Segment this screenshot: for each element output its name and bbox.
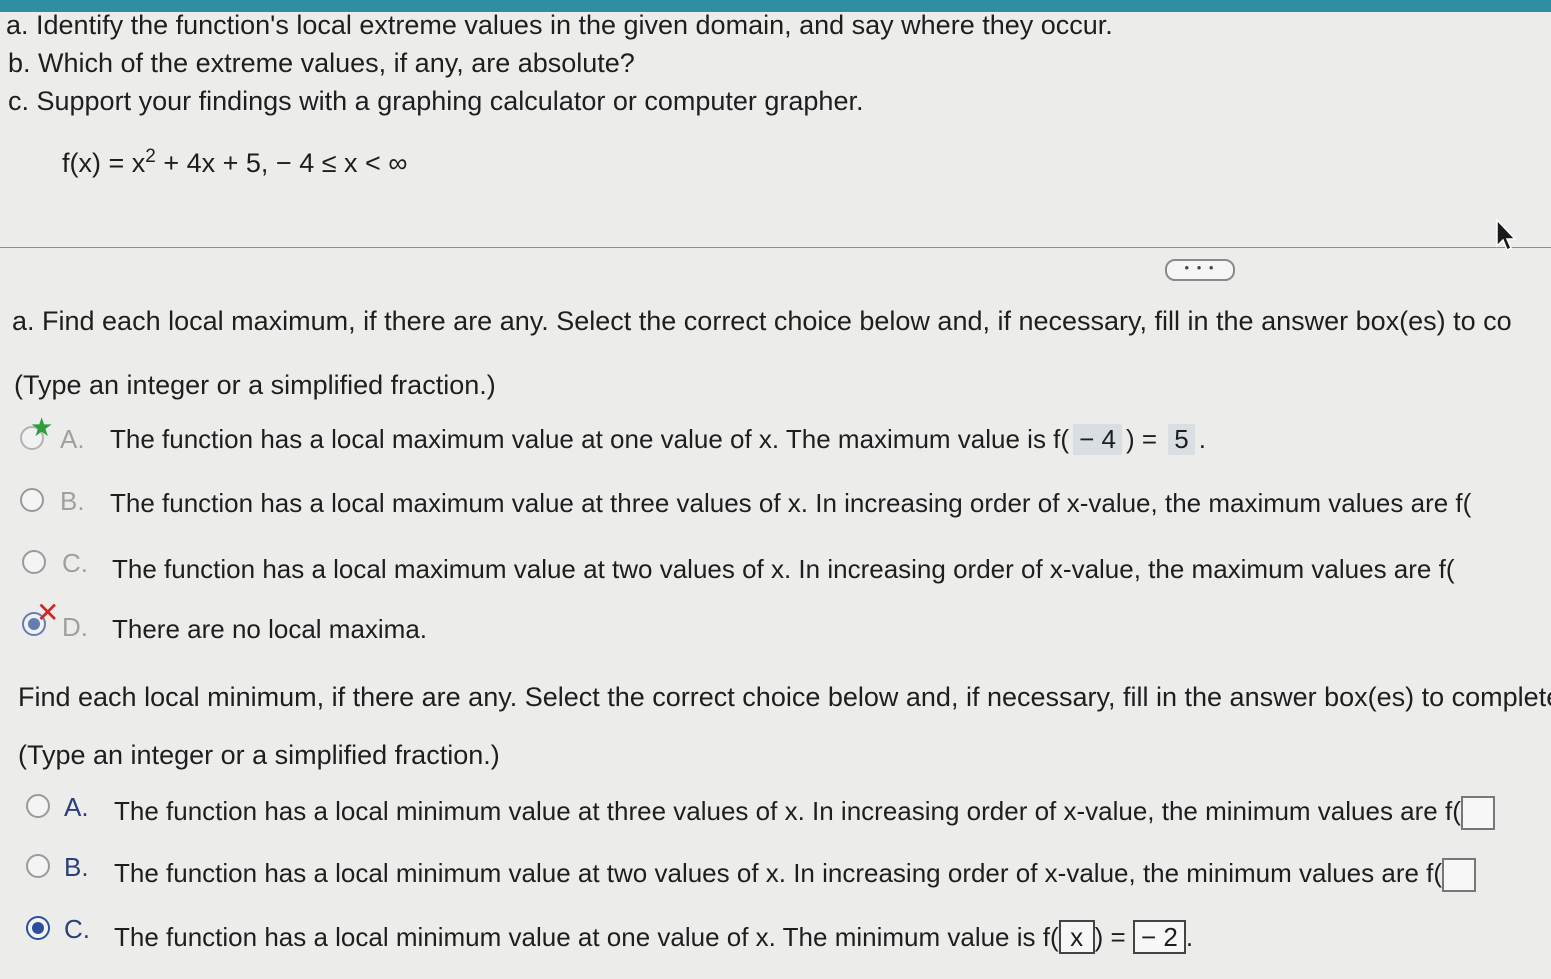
function-formula: f(x) = x2 + 4x + 5, − 4 ≤ x < ∞	[62, 146, 408, 179]
max-choice-b[interactable]: B. The function has a local maximum valu…	[0, 486, 1551, 526]
min-choice-c[interactable]: C. The function has a local minimum valu…	[0, 912, 1551, 954]
max-choice-a-letter: A.	[60, 424, 85, 454]
min-choice-b[interactable]: B. The function has a local minimum valu…	[0, 852, 1551, 893]
wrong-x-icon: ✕	[36, 597, 60, 628]
max-choice-c[interactable]: C. The function has a local maximum valu…	[0, 548, 1551, 588]
min-b-answer-box[interactable]	[1442, 858, 1477, 893]
question-line-b: b. Which of the extreme values, if any, …	[8, 48, 635, 78]
local-max-hint: (Type an integer or a simplified fractio…	[14, 370, 496, 400]
min-choice-c-text: The function has a local minimum value a…	[114, 920, 1193, 954]
question-line-c: c. Support your findings with a graphing…	[8, 86, 864, 116]
min-choice-a-label: The function has a local minimum value a…	[114, 796, 1461, 826]
min-x-input-box[interactable]: x	[1058, 920, 1095, 954]
min-choice-a[interactable]: A. The function has a local minimum valu…	[0, 790, 1551, 831]
min-choice-a-radio[interactable]	[26, 794, 50, 818]
max-value-answer-box: 5	[1168, 424, 1195, 455]
min-choice-b-label: The function has a local minimum value a…	[114, 858, 1443, 888]
max-choice-a-text-mid: ) =	[1125, 424, 1158, 454]
min-choice-a-letter: A.	[64, 792, 89, 822]
min-choice-b-letter: B.	[64, 852, 89, 882]
max-choice-d[interactable]: ✕ D. There are no local maxima.	[0, 597, 1551, 648]
max-choice-a-text-before: The function has a local maximum value a…	[110, 424, 1070, 454]
local-min-hint: (Type an integer or a simplified fractio…	[18, 740, 500, 770]
min-choice-c-text-before: The function has a local minimum value a…	[114, 922, 1059, 952]
max-choice-a[interactable]: ★ A. The function has a local maximum va…	[0, 412, 1551, 462]
max-choice-a-text: The function has a local maximum value a…	[110, 424, 1206, 455]
max-choice-c-text: The function has a local maximum value a…	[112, 554, 1455, 584]
min-choice-c-text-after: .	[1185, 922, 1194, 952]
min-choice-c-letter: C.	[64, 914, 90, 944]
max-choice-c-letter: C.	[62, 548, 88, 578]
max-x-answer-box: − 4	[1073, 424, 1122, 455]
max-choice-b-radio[interactable]	[20, 488, 44, 512]
max-choice-a-text-after: .	[1198, 424, 1206, 454]
mouse-cursor-icon	[1496, 218, 1517, 252]
section-divider	[0, 247, 1551, 248]
max-choice-d-text: There are no local maxima.	[112, 614, 428, 644]
min-value-input-box[interactable]: − 2	[1132, 920, 1186, 954]
min-choice-c-text-mid: ) =	[1094, 922, 1126, 952]
max-choice-c-radio[interactable]	[22, 550, 46, 574]
max-choice-d-letter: D.	[62, 612, 88, 642]
min-a-answer-box[interactable]	[1460, 796, 1495, 831]
min-choice-a-text: The function has a local minimum value a…	[114, 796, 1495, 831]
formula-exponent: 2	[145, 146, 156, 167]
min-choice-b-radio[interactable]	[26, 854, 50, 878]
min-choice-b-text: The function has a local minimum value a…	[114, 858, 1477, 893]
expand-more-button[interactable]: • • •	[1165, 259, 1235, 281]
local-max-prompt: a. Find each local maximum, if there are…	[12, 306, 1512, 336]
local-min-prompt: Find each local minimum, if there are an…	[18, 682, 1551, 712]
max-choice-b-letter: B.	[60, 486, 85, 516]
max-choice-b-text: The function has a local maximum value a…	[110, 488, 1472, 518]
formula-left: f(x) = x	[62, 148, 146, 178]
formula-right: + 4x + 5, − 4 ≤ x < ∞	[155, 148, 408, 178]
question-line-a: a. Identify the function's local extreme…	[6, 10, 1113, 40]
min-choice-c-radio[interactable]	[26, 916, 50, 940]
correct-star-icon: ★	[30, 412, 54, 442]
